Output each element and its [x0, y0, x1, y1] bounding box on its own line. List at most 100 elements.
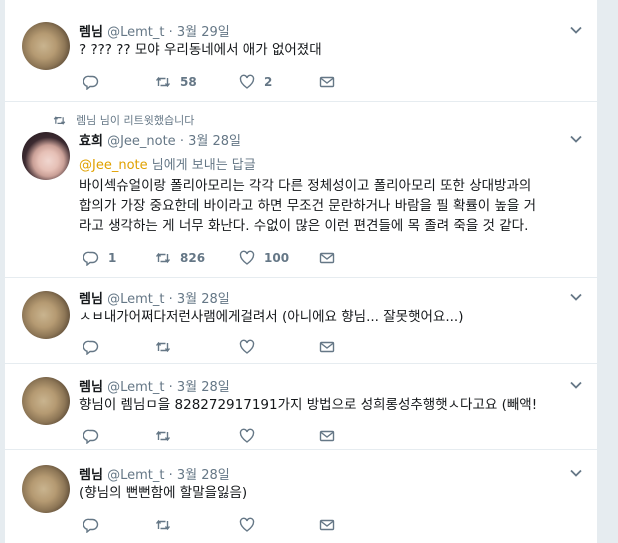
chevron-down-icon[interactable]	[569, 290, 583, 304]
heart-icon	[239, 74, 255, 89]
reply-to-mention[interactable]: @Jee_note	[79, 158, 148, 173]
display-name[interactable]: 렘님	[79, 292, 103, 307]
display-name[interactable]: 효희	[79, 134, 103, 149]
display-name[interactable]: 렘님	[79, 380, 103, 395]
username[interactable]: @Lemt_t	[107, 380, 164, 395]
tweet-text: 바이섹슈얼이랑 폴리아모리는 각각 다른 정체성이고 폴리아모리 또한 상대방과…	[79, 176, 591, 236]
retweet-icon	[155, 341, 171, 353]
tweet-text: (향님의 뻔뻔함에 할말을잃음)	[79, 485, 248, 501]
separator-dot: ·	[168, 25, 173, 40]
heart-icon	[239, 250, 255, 265]
chevron-down-icon[interactable]	[569, 466, 583, 480]
reply-button[interactable]	[83, 339, 155, 355]
like-button[interactable]	[239, 428, 319, 444]
reply-icon	[83, 340, 99, 355]
tweet[interactable]: 렘님 @Lemt_t · 3월 28일 향님이 렘님ㅁ을 82827291719…	[5, 365, 597, 450]
reply-to-line: @Jee_note 님에게 보내는 답글	[79, 154, 256, 173]
like-button[interactable]	[239, 339, 319, 355]
tweet-header: 렘님 @Lemt_t · 3월 28일	[79, 376, 230, 395]
message-button[interactable]	[319, 428, 335, 444]
reply-button[interactable]	[83, 74, 155, 90]
timestamp[interactable]: 3월 28일	[177, 292, 230, 307]
separator-dot: ·	[168, 292, 173, 307]
reply-icon	[83, 251, 99, 266]
reply-to-label: 님에게 보내는 답글	[151, 158, 256, 173]
display-name[interactable]: 렘님	[79, 468, 103, 483]
retweet-count: 58	[180, 75, 197, 89]
heart-icon	[239, 517, 255, 532]
retweet-button[interactable]	[155, 517, 239, 533]
like-button[interactable]: 2	[239, 74, 319, 90]
heart-icon	[239, 428, 255, 443]
tweet-actions: 1 826 100	[83, 250, 335, 266]
chevron-down-icon[interactable]	[569, 132, 583, 146]
display-name[interactable]: 렘님	[79, 25, 103, 40]
tweet-text-line: 라고 생각하는 게 너무 화난다. 수없이 많은 이런 편견들에 목 졸려 죽을…	[79, 218, 529, 234]
tweet[interactable]: 렘님 @Lemt_t · 3월 28일 (향님의 뻔뻔함에 할말을잃음)	[5, 451, 597, 543]
retweet-button[interactable]: 826	[155, 250, 239, 266]
retweet-button[interactable]	[155, 339, 239, 355]
retweet-icon	[155, 252, 171, 264]
reply-button[interactable]: 1	[83, 250, 155, 266]
retweet-context-label[interactable]: 렘님 님이 리트윗했습니다	[76, 112, 194, 128]
tweet-text: 향님이 렘님ㅁ을 828272917191가지 방법으로 성희롱성추행햇ㅅ다고요…	[79, 397, 538, 413]
username[interactable]: @Lemt_t	[107, 292, 164, 307]
message-button[interactable]	[319, 517, 335, 533]
retweet-button[interactable]: 58	[155, 74, 239, 90]
reply-button[interactable]	[83, 428, 155, 444]
username[interactable]: @Lemt_t	[107, 468, 164, 483]
separator-dot: ·	[168, 380, 173, 395]
message-button[interactable]	[319, 74, 335, 90]
reply-icon	[83, 518, 99, 533]
reply-icon	[83, 75, 99, 90]
message-button[interactable]	[319, 339, 335, 355]
like-count: 100	[264, 251, 290, 265]
timestamp[interactable]: 3월 28일	[177, 380, 230, 395]
like-button[interactable]: 100	[239, 250, 319, 266]
tweet-text: ? ??? ?? 모야 우리동네에서 애가 없어졌대	[79, 42, 322, 58]
chevron-down-icon[interactable]	[569, 378, 583, 392]
avatar[interactable]	[22, 465, 70, 513]
envelope-icon	[319, 76, 335, 88]
tweet-header: 효희 @Jee_note · 3월 28일	[79, 130, 241, 149]
envelope-icon	[319, 341, 335, 353]
tweet[interactable]: 렘님 @Lemt_t · 3월 28일 ㅅㅂ내가어쩌다저런사램에게걸려서 (아니…	[5, 279, 597, 364]
tweet-actions	[83, 428, 335, 444]
envelope-icon	[319, 519, 335, 531]
retweet-button[interactable]	[155, 428, 239, 444]
retweet-context: 렘님 님이 리트윗했습니다	[53, 112, 194, 128]
tweet[interactable]: 렘님 님이 리트윗했습니다 효희 @Jee_note · 3월 28일 @Jee…	[5, 103, 597, 278]
avatar[interactable]	[22, 132, 70, 180]
avatar[interactable]	[22, 291, 70, 339]
chevron-down-icon[interactable]	[569, 23, 583, 37]
message-button[interactable]	[319, 250, 335, 266]
like-button[interactable]	[239, 517, 319, 533]
retweet-count: 826	[180, 251, 206, 265]
tweet[interactable]: 렘님 @Lemt_t · 3월 29일 ? ??? ?? 모야 우리동네에서 애…	[5, 0, 597, 102]
retweet-icon	[155, 430, 171, 442]
separator-dot: ·	[179, 134, 184, 149]
reply-icon	[83, 429, 99, 444]
username[interactable]: @Jee_note	[107, 134, 176, 149]
avatar[interactable]	[22, 377, 70, 425]
envelope-icon	[319, 430, 335, 442]
timestamp[interactable]: 3월 28일	[188, 134, 241, 149]
tweet-header: 렘님 @Lemt_t · 3월 29일	[79, 21, 230, 40]
like-count: 2	[264, 75, 273, 89]
tweet-header: 렘님 @Lemt_t · 3월 28일	[79, 464, 230, 483]
timestamp[interactable]: 3월 29일	[177, 25, 230, 40]
timestamp[interactable]: 3월 28일	[177, 468, 230, 483]
username[interactable]: @Lemt_t	[107, 25, 164, 40]
reply-count: 1	[108, 251, 117, 265]
tweet-text: ㅅㅂ내가어쩌다저런사램에게걸려서 (아니에요 향님... 잘못햇어요...)	[79, 309, 464, 325]
retweet-icon	[155, 76, 171, 88]
timeline: 렘님 @Lemt_t · 3월 29일 ? ??? ?? 모야 우리동네에서 애…	[4, 0, 598, 543]
reply-button[interactable]	[83, 517, 155, 533]
heart-icon	[239, 339, 255, 354]
avatar[interactable]	[22, 22, 70, 70]
tweet-actions: 58 2	[83, 74, 335, 90]
envelope-icon	[319, 252, 335, 264]
tweet-text-line: 바이섹슈얼이랑 폴리아모리는 각각 다른 정체성이고 폴리아모리 또한 상대방과…	[79, 178, 532, 194]
retweet-icon	[53, 115, 66, 125]
tweet-header: 렘님 @Lemt_t · 3월 28일	[79, 288, 230, 307]
